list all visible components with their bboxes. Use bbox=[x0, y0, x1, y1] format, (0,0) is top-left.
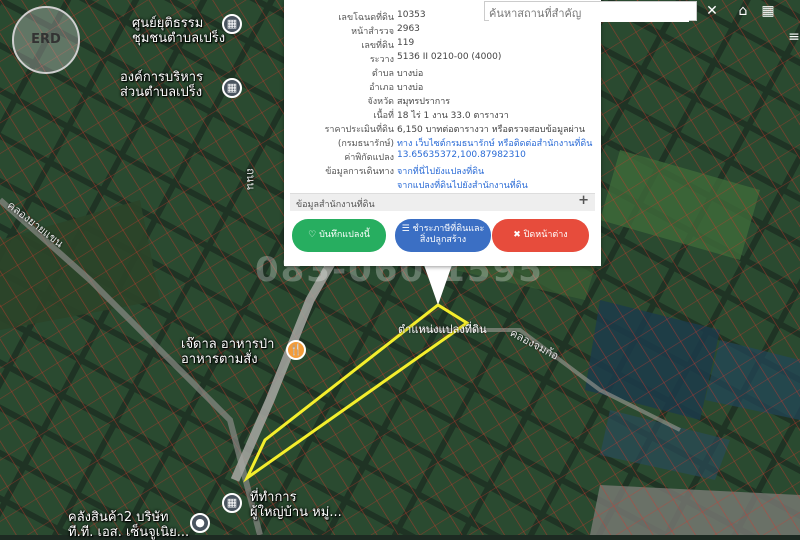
poi-label[interactable]: คลังสินค้า2 บริษัท ที.ที. เอส. เซ็นจูเนิ… bbox=[68, 510, 189, 540]
heart-icon: ♡ bbox=[308, 230, 317, 240]
save-parcel-button[interactable]: ♡ บันทึกแปลงนี้ bbox=[292, 219, 386, 252]
search-input[interactable] bbox=[489, 5, 689, 22]
landmark-search[interactable] bbox=[484, 1, 697, 22]
info-row[interactable]: จากแปลงที่ดินไปยังสำนักงานที่ดิน bbox=[284, 178, 601, 192]
info-row[interactable]: ค่าพิกัดแปลง 13.65635372,100.87982310 bbox=[284, 150, 601, 163]
parcel-label: ตำแหน่งแปลงที่ดิน bbox=[398, 323, 487, 336]
grid-icon[interactable]: ▦ bbox=[756, 0, 780, 22]
hamburger-icon[interactable]: ≡ bbox=[782, 26, 800, 48]
poi-label[interactable]: องค์การบริหาร ส่วนตำบลเปร็ง bbox=[120, 70, 203, 100]
building-icon[interactable]: ▦ bbox=[222, 14, 242, 34]
land-office-section[interactable]: ข้อมูลสำนักงานที่ดิน + bbox=[290, 193, 595, 211]
poi-label[interactable]: ที่ทำการ ผู้ใหญ่บ้าน หมู่... bbox=[250, 490, 342, 520]
close-window-button[interactable]: ✖ ปิดหน้าต่าง bbox=[492, 219, 589, 252]
poi-label[interactable]: เจ๊ดาล อาหารป่า อาหารตามสั่ง bbox=[181, 337, 274, 367]
poi-label[interactable]: ศูนย์ยุติธรรม ชุมชนตำบลเปร็ง bbox=[132, 16, 225, 46]
road-label: ถนน bbox=[243, 168, 257, 190]
brand-logo: ERD bbox=[12, 6, 80, 74]
directions-to-parcel-link[interactable]: จากที่นี่ไปยังแปลงที่ดิน bbox=[397, 164, 484, 178]
info-row: เลขที่ดิน 119 bbox=[361, 38, 415, 51]
info-row: เนื้อที่ 18 ไร่ 1 งาน 33.0 ตารางวา bbox=[373, 111, 509, 121]
info-row: ระวาง 5136 II 0210-00 (4000) bbox=[369, 52, 502, 65]
location-icon[interactable]: ● bbox=[190, 513, 210, 533]
home-icon[interactable]: ⌂ bbox=[731, 0, 755, 22]
close-icon[interactable]: ✕ bbox=[700, 0, 724, 22]
food-icon[interactable]: 🍴 bbox=[286, 340, 306, 360]
info-row: หน้าสำรวจ 2963 bbox=[351, 24, 420, 37]
building-icon[interactable]: ▦ bbox=[222, 78, 242, 98]
treasury-link[interactable]: ทาง เว็บไซต์กรมธนารักษ์ หรือติดต่อสำนักง… bbox=[397, 136, 592, 150]
expand-icon[interactable]: + bbox=[578, 193, 589, 208]
info-row: ตำบล บางบ่อ bbox=[371, 69, 424, 79]
list-icon: ☰ bbox=[401, 224, 410, 234]
info-row: ราคาประเมินที่ดิน 6,150 บาทต่อตารางวา หรื… bbox=[324, 125, 585, 135]
coordinate-link[interactable]: 13.65635372,100.87982310 bbox=[397, 150, 526, 160]
info-row[interactable]: ข้อมูลการเดินทาง จากที่นี่ไปยังแปลงที่ดิน bbox=[284, 164, 601, 178]
parcel-info-popup: เลขโฉนดที่ดิน 10353 หน้าสำรวจ 2963 เลขที่ด… bbox=[284, 0, 601, 266]
building-icon[interactable]: ▦ bbox=[222, 493, 242, 513]
popup-tail bbox=[424, 265, 452, 305]
pay-tax-button[interactable]: ☰ ชำระภาษีที่ดินและ สิ่งปลูกสร้าง bbox=[395, 219, 491, 252]
close-icon: ✖ bbox=[513, 230, 521, 240]
info-row: อำเภอ บางบ่อ bbox=[369, 83, 424, 93]
info-row: จังหวัด สมุทรปราการ bbox=[367, 97, 451, 107]
directions-to-office-link[interactable]: จากแปลงที่ดินไปยังสำนักงานที่ดิน bbox=[397, 178, 528, 192]
info-row[interactable]: (กรมธนารักษ์) ทาง เว็บไซต์กรมธนารักษ์ หรื… bbox=[284, 136, 601, 150]
